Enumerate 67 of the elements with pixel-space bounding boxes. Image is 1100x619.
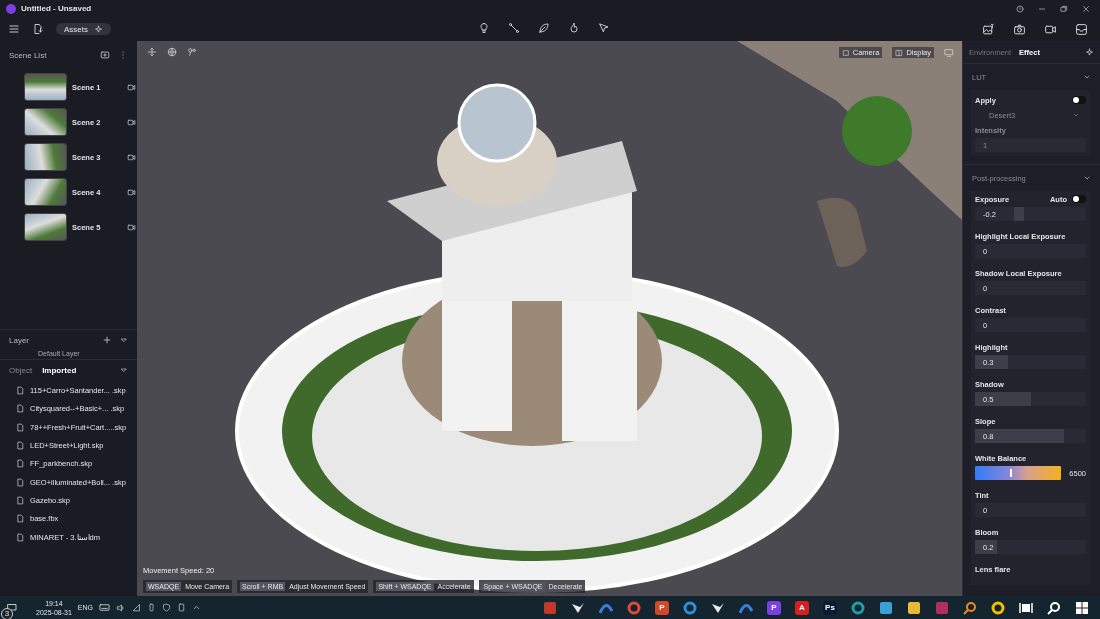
scene-thumbnail <box>24 108 67 136</box>
info-icon[interactable] <box>1016 4 1024 13</box>
video-camera-icon[interactable] <box>127 222 136 232</box>
panel-tab[interactable]: Imported <box>42 365 77 375</box>
panel-title: Scene List <box>9 50 47 60</box>
app-icon[interactable]: Ps <box>823 600 837 615</box>
app-icon[interactable] <box>851 600 865 615</box>
add-icon[interactable] <box>102 335 112 345</box>
color-temperature-slider[interactable] <box>975 466 1062 480</box>
toggle-switch[interactable] <box>1072 195 1086 203</box>
scene-thumbnail <box>24 143 67 171</box>
restore-icon[interactable] <box>1060 4 1068 13</box>
globe-icon[interactable] <box>167 47 177 57</box>
scene-thumbnail <box>24 178 67 206</box>
leaf-icon[interactable] <box>538 22 550 34</box>
pointer-icon[interactable] <box>598 22 610 34</box>
scene-thumbnail <box>24 73 67 101</box>
chevron-down-icon[interactable] <box>1083 73 1091 81</box>
app-logo-icon <box>6 3 16 14</box>
search-icon[interactable] <box>1047 600 1061 615</box>
wifi-icon[interactable] <box>132 603 141 612</box>
collapse-icon[interactable] <box>120 366 128 374</box>
panel-title: Layer <box>9 335 29 345</box>
app-icon[interactable] <box>627 600 641 615</box>
video-camera-icon[interactable] <box>127 82 136 92</box>
sparkle-icon[interactable] <box>94 24 103 34</box>
move-tool-icon[interactable] <box>147 47 157 57</box>
display-icon[interactable] <box>895 48 904 57</box>
camera-frame-icon[interactable] <box>841 48 850 57</box>
app-icon[interactable]: P <box>655 600 669 615</box>
chevron-down-icon <box>1072 111 1080 119</box>
task-view-icon[interactable] <box>1019 600 1033 615</box>
panel-tab[interactable]: Object <box>9 365 33 375</box>
light-bulb-icon[interactable] <box>478 22 490 34</box>
app-icon[interactable] <box>907 600 921 615</box>
node-path-icon[interactable] <box>508 22 520 34</box>
close-icon[interactable] <box>1082 4 1090 13</box>
video-camera-icon[interactable] <box>127 117 136 127</box>
menu-icon[interactable] <box>8 23 20 35</box>
link-nodes-icon[interactable] <box>187 47 197 57</box>
window-title: Untitled - Unsaved <box>21 4 92 13</box>
app-icon[interactable]: A <box>795 600 809 615</box>
image-export-icon[interactable] <box>982 22 995 36</box>
video-camera-icon[interactable] <box>127 152 136 162</box>
inbox-icon[interactable] <box>1075 22 1088 36</box>
fire-icon[interactable] <box>568 22 580 34</box>
app-icon[interactable] <box>683 600 697 615</box>
camera-icon[interactable] <box>1013 22 1026 36</box>
collapse-icon[interactable] <box>120 336 128 344</box>
sparkle-icon[interactable] <box>1085 47 1094 57</box>
app-icon[interactable] <box>879 600 893 615</box>
notification-icon[interactable] <box>6 601 18 614</box>
shield-icon[interactable] <box>162 603 171 612</box>
search-icon[interactable] <box>963 600 977 615</box>
assets-button[interactable]: Assets <box>56 23 111 35</box>
add-scene-icon[interactable] <box>100 50 110 60</box>
scene-thumbnail <box>24 213 67 241</box>
chevron-down-icon[interactable] <box>1083 174 1091 182</box>
file-import-icon[interactable] <box>32 23 44 35</box>
notification-badge: 3 <box>1 607 13 619</box>
keyboard-icon[interactable] <box>99 602 110 613</box>
speaker-icon[interactable] <box>116 602 126 613</box>
video-camera-icon[interactable] <box>127 187 136 197</box>
app-icon[interactable] <box>991 600 1005 615</box>
chevron-up-icon[interactable] <box>192 603 201 612</box>
windows-icon[interactable] <box>1075 600 1089 615</box>
app-icon[interactable]: P <box>767 600 781 615</box>
